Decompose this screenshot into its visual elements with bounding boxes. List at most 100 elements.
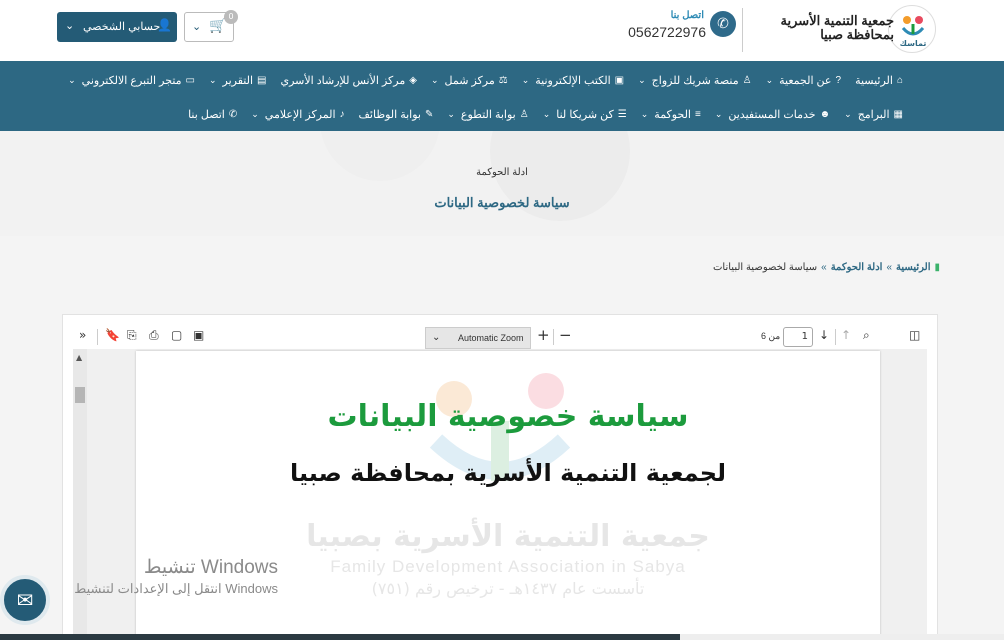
chevron-down-icon: ⌄ (714, 108, 723, 119)
nav-item-label: التقرير (222, 74, 254, 87)
breadcrumb-home-link[interactable]: الرئيسية (896, 262, 930, 273)
chevron-down-icon: ⌄ (251, 108, 259, 119)
watermark-established: تأسست عام ١٤٣٧هـ - ترخيص رقم (٧٥١) (371, 579, 645, 598)
cart-count-badge: 0 (224, 10, 238, 24)
breadcrumb-current: سياسة لخصوصية البيانات (713, 262, 818, 273)
chevron-down-icon: ⌄ (65, 20, 75, 32)
breadcrumb-section-link[interactable]: ادلة الحوكمة (831, 262, 883, 273)
users-icon: ☻ (819, 108, 831, 120)
page-number-input[interactable]: 1 (783, 327, 813, 347)
breadcrumb-separator: » (821, 262, 827, 273)
breadcrumb-separator: » (886, 262, 893, 273)
nav-item-row1-6[interactable]: ▤ التقرير ⌄ (202, 74, 274, 87)
zoom-in-icon[interactable]: + (537, 326, 550, 344)
hero-small-title: ادلة الحوكمة (476, 167, 528, 178)
arrow-down-icon[interactable]: ↓ (819, 328, 829, 342)
toolbar-separator (835, 329, 836, 345)
page-hero: ادلة الحوكمة سياسة لخصوصية البيانات (0, 131, 1004, 236)
calendar-icon: ▦ (893, 108, 903, 120)
zoom-value: Automatic Zoom (458, 333, 524, 343)
book-icon: ▣ (614, 74, 625, 86)
search-icon[interactable]: ⌕ (863, 328, 870, 343)
nav-item-row1-5[interactable]: ◈ مركز الأنس للإرشاد الأسري (273, 74, 423, 87)
zoom-select[interactable]: ⌄ Automatic Zoom (425, 327, 531, 349)
nav-item-row2-7[interactable]: ✆ اتصل بنا (181, 108, 244, 121)
phone-icon[interactable]: ✆ (710, 11, 736, 37)
report-icon: ▤ (257, 74, 267, 86)
scale-icon: ⚖ (498, 74, 508, 86)
nav-item-label: الرئيسية (855, 74, 893, 87)
nav-item-label: المركز الإعلامي (264, 108, 336, 121)
nav-item-label: منصة شريك للزواج (651, 74, 739, 87)
page-count: من 6 (761, 331, 781, 341)
nav-item-row1-2[interactable]: ♙ منصة شريك للزواج ⌄ (631, 74, 758, 87)
chevron-down-icon: ⌄ (430, 74, 439, 85)
nav-item-row1-3[interactable]: ▣ الكتب الإلكترونية ⌄ (515, 74, 631, 87)
toolbar-separator (97, 329, 98, 345)
nav-item-label: مركز الأنس للإرشاد الأسري (280, 74, 406, 87)
bookmark-icon[interactable]: 🔖 (105, 328, 120, 342)
org-name-line2: بمحافظة صبيا (820, 27, 894, 42)
watermark-arabic-name: جمعية التنمية الأسرية بصبيا (306, 519, 710, 554)
cart-icon: 🛒 (209, 18, 227, 34)
person-icon: ♙ (742, 74, 752, 86)
nav-item-label: مركز شمل (444, 74, 495, 87)
nav-item-row2-2[interactable]: ≡ الحوكمة ⌄ (634, 108, 708, 121)
nav-item-row2-6[interactable]: ♪ المركز الإعلامي ⌄ (244, 108, 351, 121)
hero-background-decoration (320, 131, 630, 221)
organization-name: جمعية التنمية الأسرية بمحافظة صبيا (754, 14, 894, 42)
nav-item-row1-7[interactable]: ▭ متجر التبرع الالكتروني ⌄ (61, 74, 202, 87)
toolbar-separator (553, 329, 554, 345)
person-icon: ♙ (519, 108, 529, 120)
sidebar-toggle-icon[interactable]: ◫ (909, 328, 920, 342)
mail-icon[interactable]: ✉ (0, 575, 50, 625)
organization-logo[interactable]: تماسك (888, 5, 936, 53)
chevron-down-icon: ⌄ (765, 74, 774, 85)
handshake-icon: ◈ (409, 74, 417, 86)
list-icon: ≡ (694, 108, 701, 120)
nav-item-row2-0[interactable]: ▦ البرامج ⌄ (837, 108, 910, 121)
nav-item-row2-4[interactable]: ♙ بوابة التطوع ⌄ (440, 108, 535, 121)
nav-item-row2-3[interactable]: ☰ كن شريكا لنا ⌄ (536, 108, 634, 121)
page-title: سياسة لخصوصية البيانات (434, 195, 570, 210)
nav-item-label: متجر التبرع الالكتروني (81, 74, 182, 87)
open-file-icon[interactable]: ▢ (171, 328, 182, 342)
windows-activation-title: تنشيط Windows (143, 557, 278, 578)
scroll-up-icon[interactable]: ▲ (76, 353, 82, 362)
download-icon[interactable]: ⎘ (127, 328, 137, 343)
my-account-label: حسابي الشخصي (83, 21, 161, 33)
nav-item-row1-0[interactable]: ⌂ الرئيسية (848, 74, 910, 87)
user-icon: 👤 (157, 18, 172, 32)
double-chevron-icon[interactable]: » (79, 328, 86, 342)
scrollbar-thumb[interactable] (75, 387, 85, 403)
nav-item-label: اتصل بنا (188, 108, 225, 121)
nav-item-label: كن شريكا لنا (556, 108, 614, 121)
chevron-down-icon: ⌄ (638, 74, 646, 85)
nav-item-row1-4[interactable]: ⚖ مركز شمل ⌄ (424, 74, 515, 87)
contact-label[interactable]: اتصل بنا (660, 10, 704, 21)
chevron-down-icon: ⌄ (640, 108, 649, 119)
document-title: سياسة خصوصية البيانات (327, 399, 689, 434)
zoom-out-icon[interactable]: − (559, 326, 572, 344)
print-icon[interactable]: ⎙ (149, 328, 159, 343)
nav-row-2: ▦ البرامج ⌄ ☻ خدمات المستفيدين ⌄ ≡ الحوكمة ⌄ ☰ كن … (181, 97, 910, 131)
taskbar-strip (0, 634, 1004, 640)
contact-phone[interactable]: 0562722976 (620, 24, 706, 40)
document-subtitle: لجمعية التنمية الأسرية بمحافظة صبيا (289, 459, 727, 487)
presentation-icon[interactable]: ▣ (193, 328, 204, 342)
home-icon: ⌂ (896, 74, 903, 86)
nav-item-row2-5[interactable]: ✎ بوابة الوظائف (352, 108, 441, 121)
nav-item-row1-1[interactable]: ? عن الجمعية ⌄ (759, 74, 849, 87)
question-icon: ? (835, 74, 842, 86)
nav-item-row2-1[interactable]: ☻ خدمات المستفيدين ⌄ (708, 108, 837, 121)
nav-item-label: عن الجمعية (779, 74, 832, 87)
nav-item-label: بوابة التطوع (460, 108, 516, 121)
org-name-line1: جمعية التنمية الأسرية (780, 13, 894, 28)
my-account-button[interactable]: ⌄ حسابي الشخصي 👤 (57, 12, 177, 42)
watermark-english-name: Family Development Association in Sabya (330, 557, 686, 576)
nav-item-label: خدمات المستفيدين (728, 108, 816, 121)
arrow-up-icon[interactable]: ↑ (841, 328, 851, 342)
bookmark-icon: ▮ (934, 262, 940, 273)
taskbar-light-segment (680, 634, 1004, 640)
chevron-down-icon: ⌄ (844, 108, 852, 119)
